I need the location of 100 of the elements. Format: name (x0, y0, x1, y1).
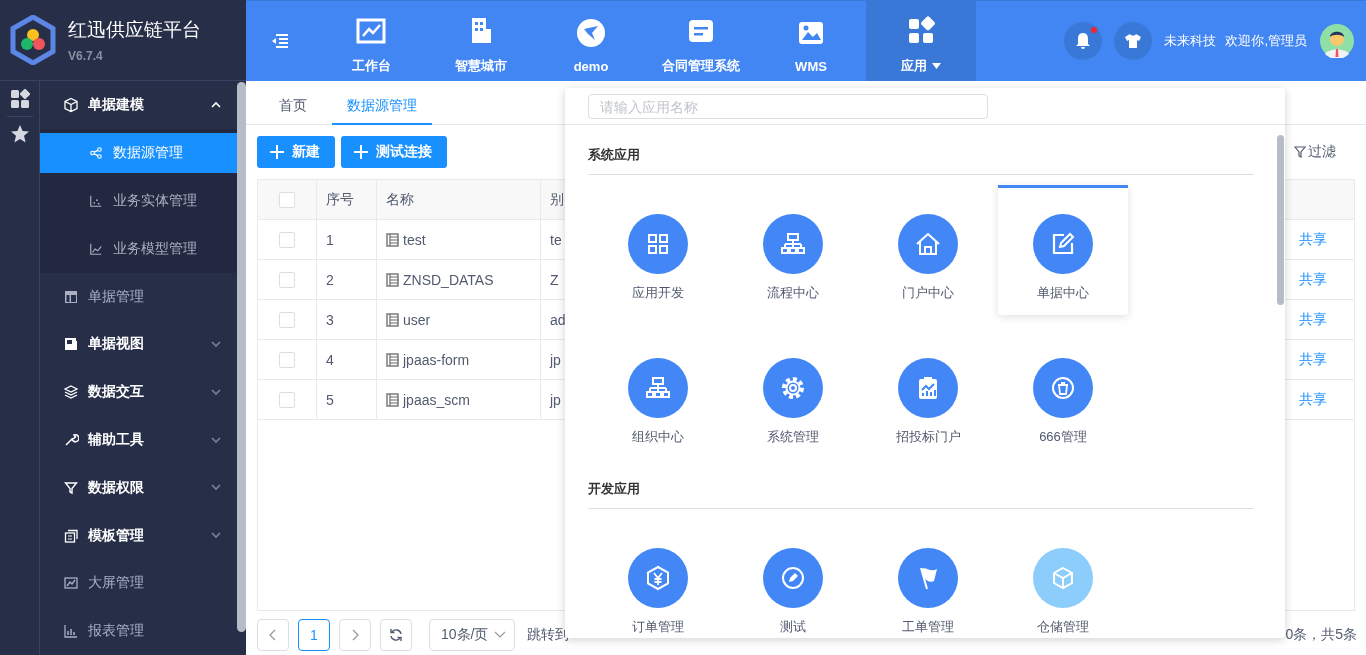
page-size-select[interactable]: 10条/页 (429, 619, 516, 651)
logo-icon (10, 15, 56, 65)
menu-item[interactable]: 数据交互 (40, 368, 237, 417)
table-icon (386, 272, 399, 287)
table-cell: jp (550, 351, 561, 368)
table-cell: ZNSD_DATAS (403, 271, 494, 288)
app-tile[interactable]: 系统管理 (728, 329, 858, 459)
document-icon (63, 336, 79, 353)
app-title: 红迅供应链平台 (68, 18, 201, 42)
menu-item[interactable]: 报表管理 (40, 607, 237, 655)
plus-icon (354, 145, 368, 159)
table-cell: user (403, 311, 431, 328)
table-cell: 3 (326, 311, 334, 328)
apps-icon[interactable] (9, 89, 30, 109)
caret-icon (932, 63, 941, 69)
checkbox[interactable] (279, 271, 295, 288)
layers-icon (63, 384, 79, 401)
menu-item[interactable]: 单据视图 (40, 320, 237, 369)
submenu-item[interactable]: 业务模型管理 (40, 228, 237, 269)
app-tile[interactable]: 666管理 (998, 329, 1128, 459)
table-cell: 4 (326, 351, 334, 368)
menu-item[interactable]: 数据权限 (40, 463, 237, 512)
table-cell: test (403, 231, 426, 248)
total-label: 0条，共5条 (1285, 626, 1357, 644)
checkbox[interactable] (279, 191, 295, 208)
nav-tab[interactable]: WMS (756, 1, 866, 81)
version-label: V6.7.4 (68, 49, 104, 63)
layout-icon (63, 288, 79, 305)
star-icon[interactable] (9, 124, 30, 144)
nav-tab[interactable]: demo (536, 1, 646, 81)
table-cell: 1 (326, 231, 334, 248)
nav-tab[interactable]: 应用 (866, 1, 976, 81)
app-tile[interactable]: 测试 (728, 519, 858, 638)
app-tile[interactable]: 订单管理 (593, 519, 723, 638)
table-cell: 5 (326, 391, 334, 408)
scatter-icon (89, 193, 103, 208)
table-cell: Z (550, 271, 559, 288)
menu-item[interactable]: 模板管理 (40, 511, 237, 560)
notification-button[interactable] (1064, 22, 1103, 60)
refresh-button[interactable] (380, 619, 412, 651)
welcome-text: 欢迎你,管理员 (1225, 32, 1307, 50)
table-cell: jpaas-form (403, 351, 470, 368)
app-tile[interactable]: 招投标门户 (863, 329, 993, 459)
filter-icon (63, 479, 79, 496)
previous-page-button[interactable] (257, 619, 289, 651)
compass-icon (575, 16, 607, 49)
submenu-item[interactable]: 业务实体管理 (40, 180, 237, 221)
checkbox[interactable] (279, 351, 295, 368)
nav-tab[interactable]: 工作台 (316, 1, 426, 81)
table-icon (386, 312, 399, 327)
checkbox[interactable] (279, 391, 295, 408)
table-icon (386, 232, 399, 247)
table-icon (386, 352, 399, 367)
checkbox[interactable] (279, 311, 295, 328)
table-cell: 2 (326, 271, 334, 288)
table-cell: jpaas_scm (403, 391, 470, 408)
theme-button[interactable] (1114, 22, 1153, 60)
app-tile[interactable]: 仓储管理 (998, 519, 1128, 638)
chart-icon (63, 575, 79, 592)
plus-icon (270, 145, 284, 159)
filter-button[interactable]: 过滤 (1288, 142, 1342, 162)
line-chart-icon (89, 241, 103, 256)
column-header: 名称 (386, 190, 414, 209)
section-title: 系统应用 (588, 125, 1254, 175)
chevron-down-icon (494, 631, 507, 639)
app-tile[interactable]: 工单管理 (863, 519, 993, 638)
nav-tab[interactable]: 智慧城市 (426, 1, 536, 81)
table-cell: te (550, 231, 562, 248)
avatar-icon[interactable] (1320, 24, 1354, 58)
app-tile[interactable]: 单据中心 (998, 185, 1128, 315)
search-field[interactable]: 请输入应用名称 (588, 94, 988, 119)
cube-icon (63, 96, 79, 113)
page-tab[interactable]: 首页 (264, 88, 322, 125)
app-tile[interactable]: 应用开发 (593, 185, 723, 315)
checkbox[interactable] (279, 231, 295, 248)
wrench-icon (63, 432, 79, 448)
next-page-button[interactable] (339, 619, 371, 651)
table-cell: jp (550, 391, 561, 408)
menu-icon[interactable] (270, 33, 290, 49)
section-title: 开发应用 (588, 459, 1254, 509)
scrollbar-thumb[interactable] (237, 82, 246, 632)
app-tile[interactable]: 组织中心 (593, 329, 723, 459)
bar-chart-icon (63, 623, 79, 640)
table-cell: ad (550, 311, 566, 328)
column-header: 序号 (326, 190, 354, 209)
table-icon (386, 392, 399, 407)
menu-item[interactable]: 单据建模 (40, 81, 237, 129)
menu-item[interactable]: 单据管理 (40, 272, 237, 321)
nav-tab[interactable]: 合同管理系统 (646, 1, 756, 81)
app-tile[interactable]: 流程中心 (728, 185, 858, 315)
menu-item[interactable]: 辅助工具 (40, 416, 237, 464)
share-icon (89, 145, 103, 160)
menu-item[interactable]: 大屏管理 (40, 559, 237, 608)
copy-icon (63, 527, 79, 544)
company-name: 未来科技 (1164, 32, 1217, 50)
scrollbar-thumb[interactable] (1277, 135, 1284, 305)
filter-icon (1294, 146, 1306, 158)
app-tile[interactable]: 门户中心 (863, 185, 993, 315)
shirt-icon (1123, 31, 1144, 51)
column-header: 别 (550, 190, 564, 209)
